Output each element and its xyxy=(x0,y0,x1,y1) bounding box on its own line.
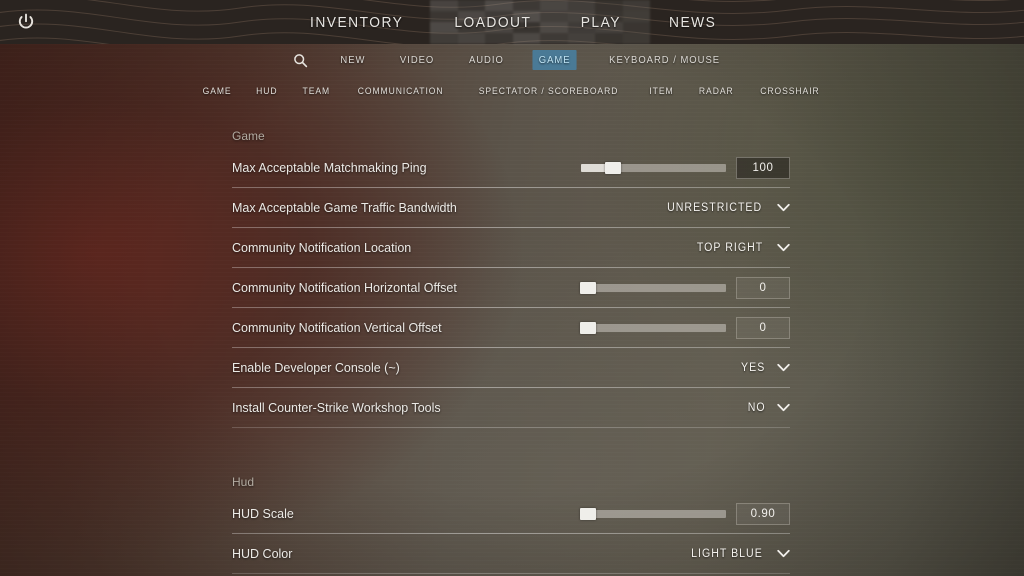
tab-video[interactable]: VIDEO xyxy=(393,50,440,70)
nav-item-loadout[interactable]: LOADOUT xyxy=(451,12,535,33)
dropdown-value: NO xyxy=(747,401,766,414)
top-navigation-bar: INVENTORY LOADOUT PLAY NEWS xyxy=(0,0,1024,44)
setting-control: 0 xyxy=(580,316,790,339)
setting-row-community-notification-horizontal-offset: Community Notification Horizontal Offset… xyxy=(230,268,792,307)
chevron-down-icon xyxy=(777,549,790,558)
value-input-community-notification-horizontal-offset[interactable]: 0 xyxy=(736,276,790,299)
chevron-down-icon xyxy=(777,363,790,372)
setting-row-install-counter-strike-workshop-tools: Install Counter-Strike Workshop Tools NO xyxy=(230,388,792,427)
slider-handle[interactable] xyxy=(580,321,597,334)
settings-panel: Game Max Acceptable Matchmaking Ping 100 Ma… xyxy=(230,118,792,576)
dropdown-value: TOP RIGHT xyxy=(696,241,764,254)
dropdown-value: UNRESTRICTED xyxy=(666,201,762,214)
subtab-spectator-scoreboard[interactable]: SPECTATOR / SCOREBOARD xyxy=(478,86,618,97)
main-nav-items: INVENTORY LOADOUT PLAY NEWS xyxy=(0,0,1024,44)
subtab-hud[interactable]: HUD xyxy=(256,86,277,97)
setting-row-max-acceptable-game-traffic-bandwidth: Max Acceptable Game Traffic Bandwidth UNR… xyxy=(230,188,792,227)
slider-handle[interactable] xyxy=(580,507,597,520)
settings-tab-bar: NEW VIDEO AUDIO GAME KEYBOARD / MOUSE xyxy=(0,44,1024,76)
dropdown-install-counter-strike-workshop-tools[interactable]: NO xyxy=(747,397,790,419)
setting-control: NO xyxy=(747,397,790,419)
setting-row-community-notification-location: Community Notification Location TOP RIGHT xyxy=(230,228,792,267)
setting-label: Community Notification Horizontal Offset xyxy=(232,280,457,295)
section-title-hud: Hud xyxy=(232,475,255,489)
chevron-down-icon xyxy=(777,203,790,212)
slider-handle[interactable] xyxy=(604,161,621,174)
setting-row-enable-developer-console: Enable Developer Console (~) YES xyxy=(230,348,792,387)
subtab-communication[interactable]: COMMUNICATION xyxy=(358,86,444,97)
nav-item-news[interactable]: NEWS xyxy=(665,12,720,33)
game-settings-screen: INVENTORY LOADOUT PLAY NEWS NEW VIDEO AU… xyxy=(0,0,1024,576)
slider-community-notification-vertical-offset[interactable] xyxy=(580,321,726,334)
slider-community-notification-horizontal-offset[interactable] xyxy=(580,281,726,294)
setting-row-hud-scale: HUD Scale 0.90 xyxy=(230,494,792,533)
settings-sub-tab-bar: GAME HUD TEAM COMMUNICATION SPECTATOR / … xyxy=(0,80,1024,102)
setting-control: TOP RIGHT xyxy=(694,237,790,259)
slider-hud-scale[interactable] xyxy=(580,507,726,520)
tab-audio[interactable]: AUDIO xyxy=(462,50,509,70)
setting-control: YES xyxy=(740,357,790,379)
dropdown-value: LIGHT BLUE xyxy=(691,547,763,560)
nav-item-inventory[interactable]: INVENTORY xyxy=(306,12,407,33)
subtab-radar[interactable]: RADAR xyxy=(699,86,734,97)
setting-row-community-notification-vertical-offset: Community Notification Vertical Offset 0 xyxy=(230,308,792,347)
setting-control: 100 xyxy=(581,156,790,179)
value-input-max-acceptable-matchmaking-ping[interactable]: 100 xyxy=(736,156,790,179)
value-input-hud-scale[interactable]: 0.90 xyxy=(736,502,790,525)
dropdown-hud-color[interactable]: LIGHT BLUE xyxy=(688,543,790,565)
setting-label: Install Counter-Strike Workshop Tools xyxy=(232,400,441,415)
dropdown-max-acceptable-game-traffic-bandwidth[interactable]: UNRESTRICTED xyxy=(663,197,790,219)
section-title-game: Game xyxy=(232,129,265,143)
slider-handle[interactable] xyxy=(580,281,597,294)
dropdown-value: YES xyxy=(740,361,765,374)
setting-row-hud-color: HUD Color LIGHT BLUE xyxy=(230,534,792,573)
chevron-down-icon xyxy=(777,243,790,252)
search-icon[interactable] xyxy=(291,50,311,70)
subtab-team[interactable]: TEAM xyxy=(302,86,330,97)
tab-game[interactable]: GAME xyxy=(532,50,577,70)
nav-item-play[interactable]: PLAY xyxy=(577,12,625,33)
tab-new[interactable]: NEW xyxy=(334,50,372,70)
setting-label: Community Notification Location xyxy=(232,240,412,255)
setting-label: HUD Scale xyxy=(232,506,294,521)
setting-control: 0.90 xyxy=(580,502,790,525)
setting-label: Enable Developer Console (~) xyxy=(232,360,400,375)
setting-row-max-acceptable-matchmaking-ping: Max Acceptable Matchmaking Ping 100 xyxy=(230,148,792,187)
setting-label: Community Notification Vertical Offset xyxy=(232,320,442,335)
subtab-game[interactable]: GAME xyxy=(202,86,231,97)
setting-label: Max Acceptable Game Traffic Bandwidth xyxy=(232,200,457,215)
dropdown-community-notification-location[interactable]: TOP RIGHT xyxy=(694,237,790,259)
section-end-separator xyxy=(232,573,790,574)
slider-max-acceptable-matchmaking-ping[interactable] xyxy=(581,161,726,174)
setting-control: UNRESTRICTED xyxy=(663,197,790,219)
value-input-community-notification-vertical-offset[interactable]: 0 xyxy=(736,316,790,339)
setting-label: Max Acceptable Matchmaking Ping xyxy=(232,160,427,175)
subtab-crosshair[interactable]: CROSSHAIR xyxy=(760,86,819,97)
subtab-item[interactable]: ITEM xyxy=(649,86,673,97)
chevron-down-icon xyxy=(777,403,790,412)
setting-control: LIGHT BLUE xyxy=(688,543,790,565)
tab-keyboard-mouse[interactable]: KEYBOARD / MOUSE xyxy=(603,50,726,70)
dropdown-enable-developer-console[interactable]: YES xyxy=(740,357,790,379)
setting-control: 0 xyxy=(580,276,790,299)
setting-label: HUD Color xyxy=(232,546,293,561)
